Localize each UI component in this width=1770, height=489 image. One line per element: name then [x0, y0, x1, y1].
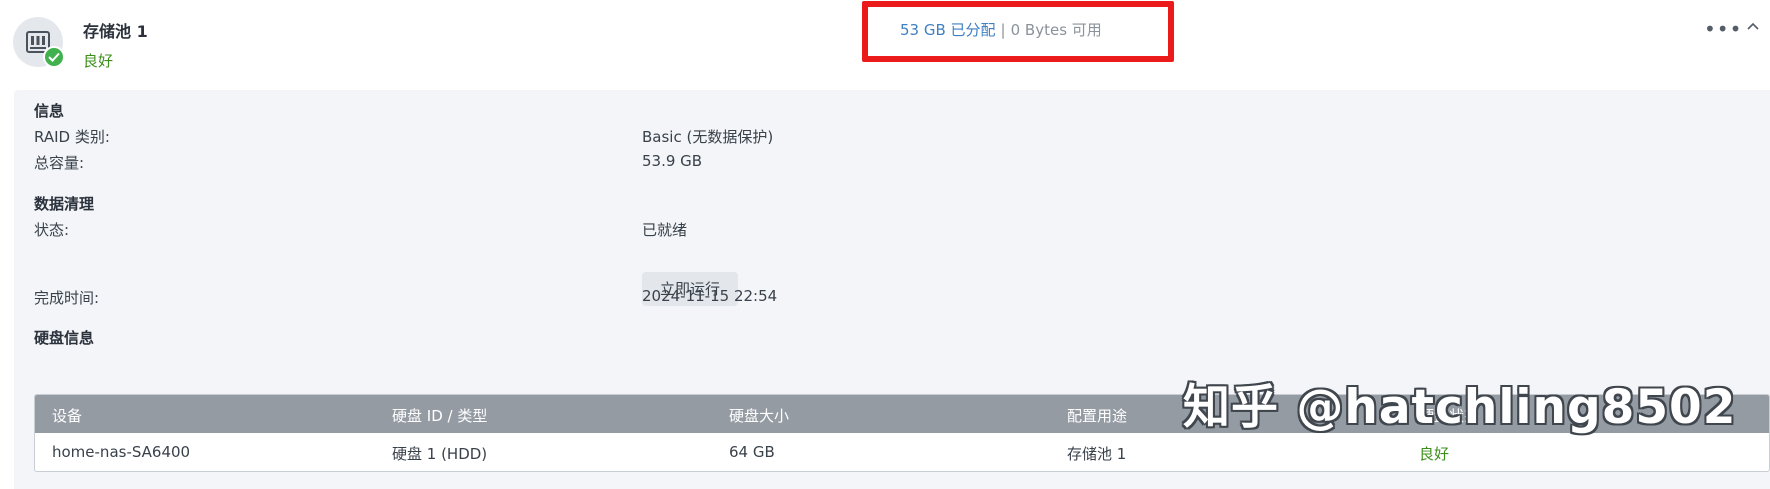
scrub-section-title: 数据清理 [34, 195, 95, 213]
disk-section-title: 硬盘信息 [34, 329, 95, 347]
pool-status: 良好 [83, 52, 114, 70]
disk-table: 设备 硬盘 ID / 类型 硬盘大小 配置用途 硬盘状态 home-nas-SA… [34, 394, 1770, 472]
pool-title: 存储池 1 [83, 22, 148, 41]
pool-detail-panel: 信息 RAID 类别: Basic (无数据保护) 总容量: 53.9 GB 数… [14, 90, 1770, 489]
check-icon [43, 46, 65, 68]
table-row[interactable]: home-nas-SA6400 硬盘 1 (HDD) 64 GB 存储池 1 良… [35, 433, 1769, 471]
cell-disk-id: 硬盘 1 (HDD) [392, 445, 488, 463]
highlight-box [862, 1, 1174, 62]
column-disk-size[interactable]: 硬盘大小 [729, 405, 789, 426]
more-horizontal-icon[interactable]: ••• [1704, 17, 1742, 41]
column-device[interactable]: 设备 [52, 405, 82, 426]
raid-label: RAID 类别: [34, 128, 110, 146]
chevron-up-icon[interactable] [1746, 16, 1760, 35]
cell-device: home-nas-SA6400 [52, 443, 191, 461]
scrub-state-value: 已就绪 [642, 221, 688, 239]
cell-disk-size: 64 GB [729, 443, 775, 461]
column-disk-status[interactable]: 硬盘状态 [1419, 405, 1479, 426]
scrub-state-label: 状态: [34, 221, 70, 239]
finished-time-label: 完成时间: [34, 289, 100, 307]
cell-disk-status: 良好 [1419, 445, 1450, 463]
capacity-label: 总容量: [34, 154, 85, 172]
cell-usage: 存储池 1 [1067, 445, 1127, 463]
column-usage[interactable]: 配置用途 [1067, 405, 1127, 426]
storage-pool-header: 存储池 1 良好 53 GB 已分配 | 0 Bytes 可用 ••• [0, 0, 1770, 88]
table-header: 设备 硬盘 ID / 类型 硬盘大小 配置用途 硬盘状态 [35, 395, 1769, 433]
finished-time-value: 2024-11-15 22:54 [642, 287, 778, 305]
column-disk-id[interactable]: 硬盘 ID / 类型 [392, 405, 487, 426]
capacity-value: 53.9 GB [642, 152, 703, 170]
info-section-title: 信息 [34, 102, 65, 120]
raid-value: Basic (无数据保护) [642, 128, 774, 146]
